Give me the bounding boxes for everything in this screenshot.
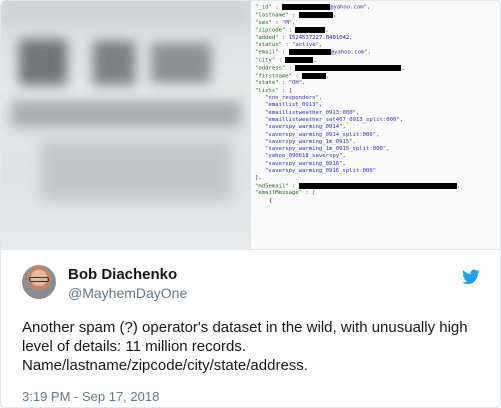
code-line-md5email: "md5email" : , xyxy=(255,182,461,190)
code-line-lastname: "lastname" : , xyxy=(255,11,337,19)
redacted-block xyxy=(298,182,457,189)
code-list-item: "emaillist_0913", xyxy=(265,102,323,109)
code-line-lists: "lists" : [ xyxy=(255,87,293,94)
author-handle[interactable]: @MayhemDayOne xyxy=(68,285,187,301)
code-line-id: "_id" : @yahoo.com", xyxy=(255,4,371,11)
tweet-body: Bob Diachenko @MayhemDayOne Another spam… xyxy=(1,250,500,407)
code-list-items: "non_responders", "emaillist_0913", "email… xyxy=(251,95,500,175)
code-line-emailmessage: "emailMessage" : [ xyxy=(255,190,316,197)
code-line-sex: "sex" : "M", xyxy=(255,19,296,26)
code-line-brace: { xyxy=(269,197,273,204)
redacted-block xyxy=(285,57,314,64)
code-line-city: "city" : , xyxy=(255,57,317,64)
redacted-block xyxy=(288,49,331,56)
code-line-firstname: "firstname" : , xyxy=(255,72,330,80)
code-line-lists-close: ], xyxy=(255,175,262,182)
code-list-item: "saverspy_warming_0914_split:000", xyxy=(265,131,380,138)
code-list-item: "yahoo_090618_saverspy", xyxy=(265,153,346,160)
code-list-item: "saverspy_warming_0914", xyxy=(265,124,346,131)
author-name[interactable]: Bob Diachenko xyxy=(68,266,177,283)
avatar[interactable] xyxy=(22,265,56,299)
code-line-status: "status" : "active", xyxy=(255,41,323,48)
code-list-item: "emaillistweather_0913:000", xyxy=(265,109,360,116)
tweet-card[interactable]: "_id" : @yahoo.com", "lastname" : , "sex… xyxy=(0,0,501,408)
code-list-item: "saverspy_warming_0916", xyxy=(265,160,346,167)
code-line-email: "email" : @yahoo.com", xyxy=(255,49,372,56)
code-line-zipcode: "zipcode" : , xyxy=(255,26,329,34)
redacted-block xyxy=(295,26,326,33)
code-line-state: "state" : "OH", xyxy=(255,80,306,87)
tweet-timestamp[interactable]: 3:19 PM - Sep 17, 2018 xyxy=(22,389,159,404)
redacted-block xyxy=(295,64,402,71)
code-list-item: "saverspy_warming_1m_0915_split:000", xyxy=(265,146,390,153)
redacted-block xyxy=(298,11,333,18)
tweet-media[interactable]: "_id" : @yahoo.com", "lastname" : , "sex… xyxy=(1,1,500,250)
blurred-screenshot-image xyxy=(1,1,251,249)
code-list-item: "saverspy_warming_0916_split:000" xyxy=(265,168,377,175)
tweet-text: Another spam (?) operator's dataset in t… xyxy=(22,319,468,374)
json-code-panel: "_id" : @yahoo.com", "lastname" : , "sex… xyxy=(251,1,500,249)
code-list-item: "emaillistweather_set467_0913_split:000"… xyxy=(265,116,404,123)
code-list-item: "non_responders", xyxy=(265,95,323,102)
glasses-shape xyxy=(29,277,49,282)
code-list-item: "saverspy_warming_1m_0915", xyxy=(265,138,356,145)
code-line-address: "address" : , xyxy=(255,64,405,72)
twitter-bird-icon[interactable] xyxy=(462,269,480,285)
redacted-block xyxy=(302,72,327,79)
code-line-added: "added" : 1524537227.0401042, xyxy=(255,34,353,41)
redacted-block xyxy=(281,4,330,10)
